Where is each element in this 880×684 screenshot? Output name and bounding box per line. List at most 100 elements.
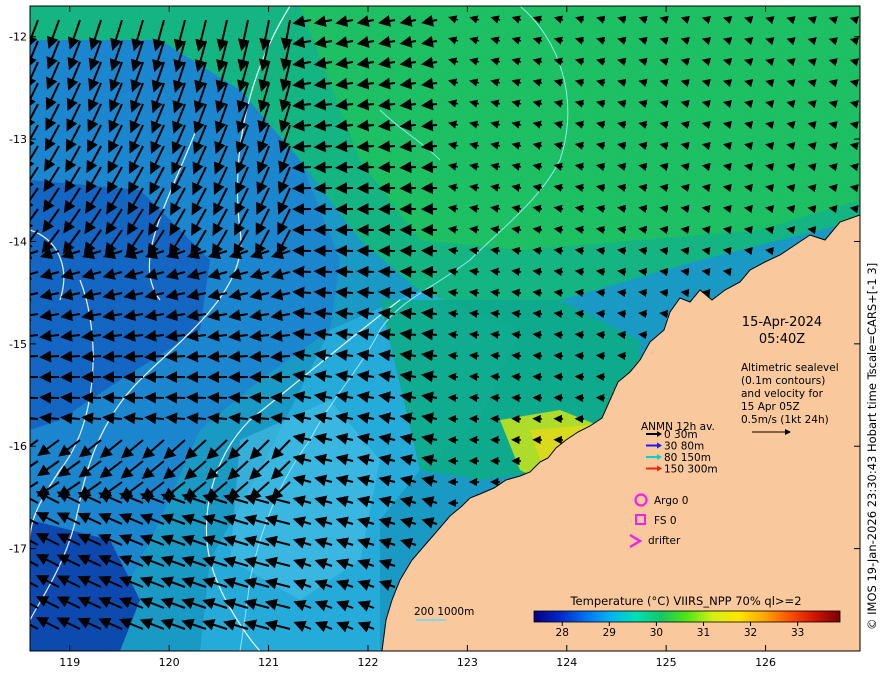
- velocity-arrow: [230, 397, 248, 398]
- velocity-arrow: [470, 313, 479, 314]
- velocity-arrow: [491, 376, 500, 377]
- velocity-arrow: [534, 334, 542, 335]
- velocity-arrow: [618, 313, 626, 314]
- velocity-arrow: [83, 356, 101, 357]
- velocity-arrow: [555, 292, 563, 293]
- velocity-arrow: [513, 376, 521, 377]
- velocity-arrow: [146, 356, 164, 357]
- velocity-arrow: [380, 167, 395, 168]
- velocity-arrow: [125, 397, 143, 398]
- velocity-arrow: [401, 292, 416, 293]
- credit-text: © IMOS 19-Jan-2026 23:30:43 Hobart time …: [865, 263, 879, 630]
- velocity-arrow: [449, 334, 458, 335]
- velocity-arrow: [41, 397, 59, 398]
- velocity-arrow: [745, 250, 752, 251]
- velocity-arrow: [188, 397, 206, 398]
- legend-label: 30 80m: [664, 441, 704, 453]
- velocity-arrow: [401, 167, 416, 168]
- velocity-arrow: [316, 146, 332, 147]
- velocity-arrow: [251, 356, 269, 357]
- velocity-arrow: [640, 313, 647, 314]
- velocity-arrow: [576, 376, 584, 377]
- velocity-arrow: [639, 334, 647, 335]
- x-tick-label: 119: [59, 656, 80, 669]
- velocity-arrow: [146, 397, 164, 398]
- date-label: 15-Apr-2024: [742, 315, 822, 330]
- velocity-arrow: [167, 397, 185, 398]
- sst-field: [30, 6, 860, 651]
- velocity-arrow: [423, 271, 437, 272]
- velocity-arrow: [380, 125, 395, 126]
- velocity-arrow: [380, 313, 395, 314]
- velocity-arrow: [423, 167, 437, 168]
- velocity-arrow: [491, 334, 500, 335]
- velocity-arrow: [104, 397, 122, 398]
- velocity-arrow: [104, 356, 122, 357]
- velocity-arrow: [316, 167, 332, 168]
- velocity-arrow: [401, 125, 416, 126]
- velocity-arrow: [682, 271, 689, 272]
- velocity-arrow: [491, 355, 500, 356]
- velocity-arrow: [272, 356, 290, 357]
- velocity-arrow: [337, 313, 353, 314]
- velocity-arrow: [316, 313, 332, 314]
- legend-label: 150 300m: [664, 464, 718, 476]
- velocity-arrow: [209, 356, 227, 357]
- velocity-arrow: [534, 355, 542, 356]
- velocity-arrow: [576, 313, 584, 314]
- x-tick-label: 123: [457, 656, 478, 669]
- velocity-arrow: [401, 271, 416, 272]
- velocity-arrow: [661, 292, 668, 293]
- description-line: and velocity for: [741, 388, 824, 400]
- description-line: 15 Apr 05Z: [741, 401, 800, 413]
- y-tick-label: -17: [9, 543, 27, 556]
- colorbar-ramp: [534, 611, 840, 622]
- velocity-arrow: [358, 292, 374, 293]
- velocity-arrow: [62, 397, 80, 398]
- velocity-arrow: [470, 376, 479, 377]
- velocity-arrow: [597, 376, 605, 377]
- velocity-arrow: [380, 292, 395, 293]
- velocity-arrow: [513, 313, 521, 314]
- velocity-arrow: [661, 271, 668, 272]
- velocity-arrow: [766, 250, 773, 251]
- colorbar-tick-label: 30: [650, 627, 663, 639]
- map-figure: 119120121122123124125126 -12-13-14-15-16…: [0, 0, 880, 680]
- velocity-arrow: [618, 355, 626, 356]
- velocity-arrow: [359, 125, 374, 126]
- velocity-arrow: [401, 146, 416, 147]
- depth-label: 200 1000m: [414, 606, 474, 618]
- x-tick-label: 125: [656, 656, 677, 669]
- fs-label: FS 0: [654, 515, 677, 527]
- velocity-arrow: [20, 356, 38, 357]
- velocity-arrow: [337, 125, 353, 126]
- velocity-arrow: [576, 292, 584, 293]
- velocity-arrow: [401, 313, 416, 314]
- colorbar-title: Temperature (°C) VIIRS_NPP 70% ql>=2: [569, 594, 801, 608]
- colorbar-tick-label: 33: [791, 627, 804, 639]
- velocity-arrow: [597, 334, 605, 335]
- y-tick-label: -13: [9, 133, 27, 146]
- x-tick-label: 126: [755, 656, 776, 669]
- velocity-arrow: [470, 334, 479, 335]
- velocity-arrow: [597, 292, 605, 293]
- y-tick-label: -12: [9, 31, 27, 44]
- colorbar-tick-label: 32: [744, 627, 757, 639]
- velocity-arrow: [294, 292, 311, 293]
- description-line: 0.5m/s (1kt 24h): [741, 414, 829, 426]
- argo-label: Argo 0: [654, 495, 688, 507]
- velocity-arrow: [597, 355, 605, 356]
- velocity-arrow: [534, 376, 542, 377]
- velocity-arrow: [358, 271, 374, 272]
- velocity-arrow: [251, 397, 269, 398]
- velocity-arrow: [423, 146, 437, 147]
- velocity-arrow: [188, 356, 206, 357]
- velocity-arrow: [423, 313, 437, 314]
- velocity-arrow: [491, 313, 500, 314]
- velocity-arrow: [230, 356, 248, 357]
- drifter-label: drifter: [648, 535, 681, 547]
- velocity-arrow: [597, 313, 605, 314]
- legend-label: 80 150m: [664, 452, 711, 464]
- x-tick-label: 124: [556, 656, 577, 669]
- velocity-arrow: [294, 167, 311, 168]
